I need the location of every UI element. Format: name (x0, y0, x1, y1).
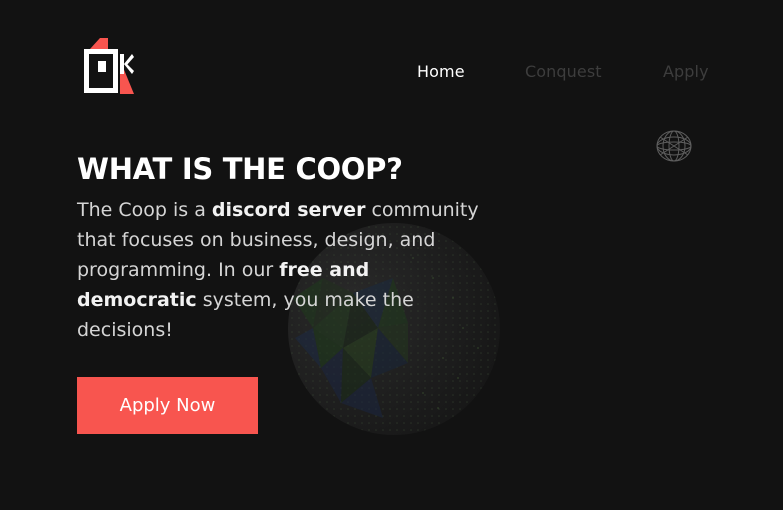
nav-conquest[interactable]: Conquest (525, 62, 602, 81)
hero-description: The Coop is a discord server community t… (77, 199, 479, 341)
nav-apply[interactable]: Apply (663, 62, 709, 81)
bold-discord-server: discord server (211, 199, 366, 221)
wireframe-globe-icon (656, 130, 692, 162)
apply-now-button[interactable]: Apply Now (77, 377, 258, 434)
nav-home[interactable]: Home (417, 62, 465, 81)
main-nav: Home Conquest Apply (0, 62, 783, 82)
page-title: WHAT IS THE COOP? (77, 152, 403, 186)
